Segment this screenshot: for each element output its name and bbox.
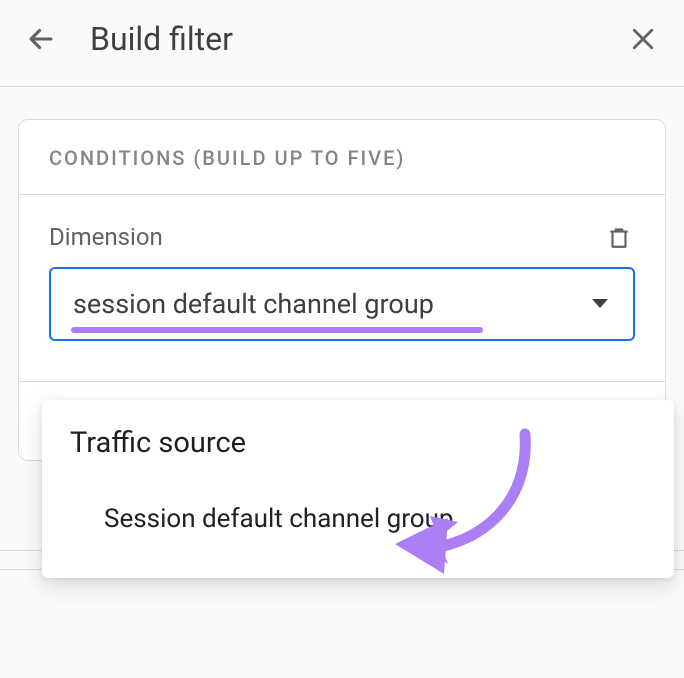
card-body: Dimension session default channel group: [19, 195, 665, 382]
dimension-select[interactable]: session default channel group: [49, 267, 635, 341]
card-header: CONDITIONS (BUILD UP TO FIVE): [19, 120, 665, 195]
close-button[interactable]: [622, 18, 664, 60]
dimension-dropdown: Traffic source Session default channel g…: [42, 400, 674, 578]
delete-condition-button[interactable]: [603, 221, 635, 253]
trash-icon: [606, 223, 632, 251]
dimension-label: Dimension: [49, 223, 163, 251]
arrow-left-icon: [24, 22, 58, 56]
back-button[interactable]: [20, 18, 62, 60]
chevron-down-icon: [591, 295, 609, 314]
dropdown-item-session-default-channel-group[interactable]: Session default channel group: [68, 486, 656, 548]
dimension-select-value: session default channel group: [73, 288, 434, 320]
close-icon: [628, 24, 658, 54]
header-bar: Build filter: [0, 0, 684, 87]
highlight-underline: [71, 327, 483, 333]
dropdown-category-traffic-source[interactable]: Traffic source: [68, 420, 656, 486]
page-title: Build filter: [90, 20, 622, 58]
